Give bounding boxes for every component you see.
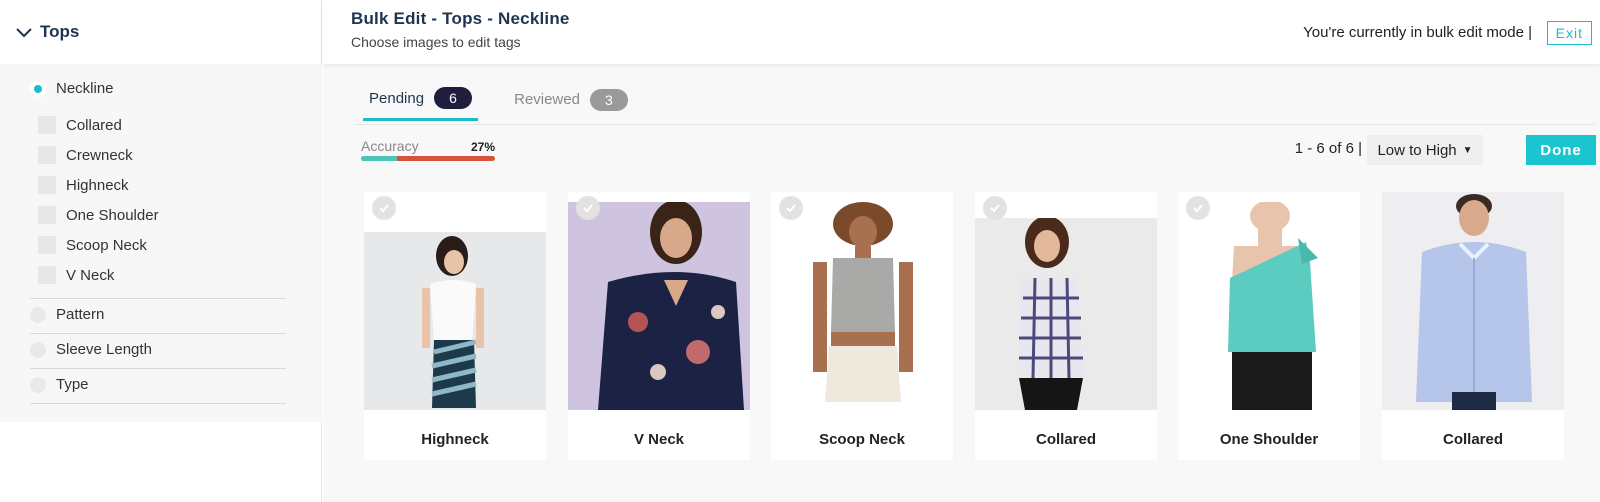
option-label: V Neck <box>66 266 115 284</box>
tab-divider <box>355 124 1595 125</box>
option-collared[interactable]: Collared <box>38 116 122 134</box>
accuracy-meter: Accuracy 27% <box>361 138 495 161</box>
divider <box>30 298 286 299</box>
divider <box>30 368 286 369</box>
select-check-icon[interactable] <box>576 196 600 220</box>
pagination-text: 1 - 6 of 6 | <box>1294 140 1362 157</box>
tab-pending[interactable]: Pending 6 <box>363 78 479 121</box>
category-title: Tops <box>40 22 80 41</box>
radio-selected-icon <box>30 80 46 97</box>
product-image[interactable] <box>1178 202 1360 410</box>
tab-label: Reviewed <box>514 91 580 108</box>
attribute-panel: Neckline Collared Crewneck Highneck One … <box>0 64 322 422</box>
attribute-pattern[interactable]: Pattern <box>30 306 104 323</box>
caret-down-icon: ▼ <box>1462 144 1473 156</box>
option-label: Collared <box>66 116 122 134</box>
card-label: V Neck <box>633 430 685 448</box>
divider <box>30 333 286 334</box>
checkbox[interactable] <box>38 146 56 164</box>
product-image[interactable] <box>568 202 750 410</box>
card-label: One Shoulder <box>1219 430 1319 448</box>
accuracy-value: 27% <box>470 140 495 154</box>
radio-icon <box>30 376 46 393</box>
checkbox[interactable] <box>38 176 56 194</box>
accuracy-bar-fill <box>361 156 398 161</box>
image-card[interactable]: Highneck <box>364 192 546 460</box>
select-check-icon[interactable] <box>983 196 1007 220</box>
select-check-icon[interactable] <box>1186 196 1210 220</box>
attribute-label: Type <box>56 376 89 393</box>
attribute-type[interactable]: Type <box>30 376 89 393</box>
product-image[interactable] <box>771 202 953 410</box>
attribute-label: Pattern <box>56 306 105 323</box>
product-image[interactable] <box>364 232 546 410</box>
attribute-neckline[interactable]: Neckline <box>30 80 114 97</box>
card-label: Collared <box>1035 430 1096 448</box>
image-card[interactable]: Collared <box>975 192 1157 460</box>
select-check-icon[interactable] <box>372 196 396 220</box>
sort-label: Low to High <box>1377 141 1457 159</box>
card-label: Collared <box>1442 430 1503 448</box>
sidebar: Tops Neckline Collared Crewneck Highneck… <box>0 0 322 502</box>
card-label: Scoop Neck <box>819 430 905 448</box>
image-card[interactable]: V Neck <box>568 192 750 460</box>
done-button[interactable]: Done <box>1526 135 1596 165</box>
bulk-edit-mode-text: You're currently in bulk edit mode | <box>1303 24 1532 41</box>
option-label: One Shoulder <box>66 206 159 224</box>
attribute-label: Sleeve Length <box>56 341 152 358</box>
exit-button[interactable]: Exit <box>1546 21 1592 45</box>
checkbox[interactable] <box>38 116 56 134</box>
tab-label: Pending <box>369 89 425 107</box>
option-highneck[interactable]: Highneck <box>38 176 129 194</box>
radio-icon <box>30 341 46 358</box>
top-bar: Bulk Edit - Tops - Neckline Choose image… <box>323 0 1600 64</box>
option-crewneck[interactable]: Crewneck <box>38 146 133 164</box>
accuracy-bar <box>361 156 495 161</box>
divider <box>30 403 286 404</box>
option-scoop-neck[interactable]: Scoop Neck <box>38 236 147 254</box>
tab-bar: Pending 6 Reviewed 3 <box>363 78 664 124</box>
product-image[interactable] <box>975 218 1157 410</box>
image-card[interactable]: Collared <box>1382 192 1564 460</box>
radio-icon <box>30 306 46 323</box>
product-image[interactable] <box>1382 192 1564 410</box>
image-card[interactable]: Scoop Neck <box>771 192 953 460</box>
main-panel: Bulk Edit - Tops - Neckline Choose image… <box>323 0 1600 502</box>
option-v-neck[interactable]: V Neck <box>38 266 114 284</box>
option-label: Scoop Neck <box>66 236 147 254</box>
checkbox[interactable] <box>38 236 56 254</box>
count-badge: 6 <box>434 87 473 109</box>
tab-reviewed[interactable]: Reviewed 3 <box>508 78 634 121</box>
page-subtitle: Choose images to edit tags <box>351 34 521 50</box>
select-check-icon[interactable] <box>779 196 803 220</box>
option-one-shoulder[interactable]: One Shoulder <box>38 206 159 224</box>
category-header[interactable]: Tops <box>0 0 321 64</box>
image-card[interactable]: One Shoulder <box>1178 192 1360 460</box>
page-title: Bulk Edit - Tops - Neckline <box>351 9 570 28</box>
checkbox[interactable] <box>38 266 56 284</box>
chevron-down-icon <box>16 28 32 38</box>
card-label: Highneck <box>421 430 489 448</box>
option-label: Crewneck <box>66 146 133 164</box>
sort-dropdown[interactable]: Low to High ▼ <box>1367 135 1483 165</box>
option-label: Highneck <box>66 176 129 194</box>
checkbox[interactable] <box>38 206 56 224</box>
attribute-sleeve-length[interactable]: Sleeve Length <box>30 341 152 358</box>
attribute-label: Neckline <box>56 80 114 97</box>
count-badge: 3 <box>589 88 628 111</box>
